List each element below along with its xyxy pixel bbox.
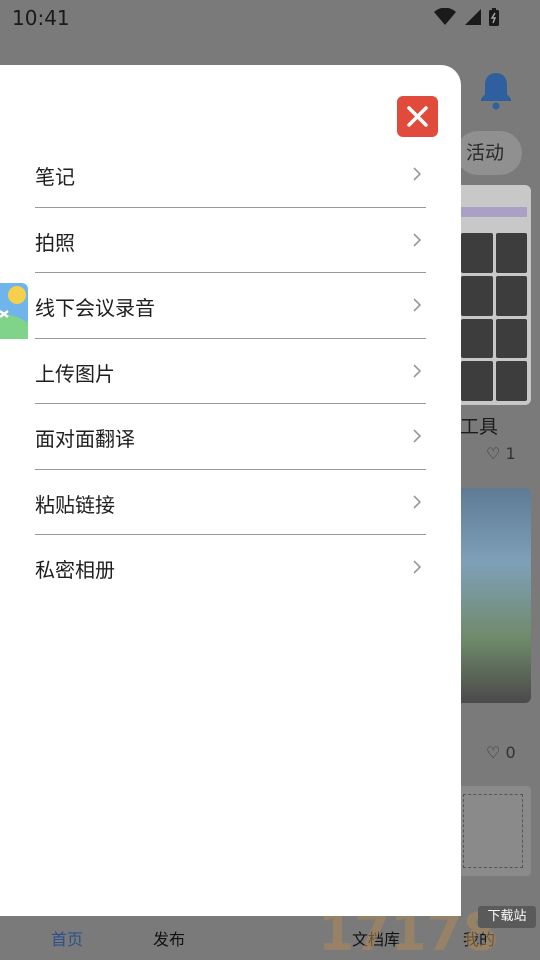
heart-icon: ♡ xyxy=(486,444,501,463)
menu-item-meeting-recording[interactable]: 线下会议录音 xyxy=(35,273,426,339)
chevron-right-icon xyxy=(413,167,422,181)
image-app-icon xyxy=(0,283,28,339)
chevron-right-icon xyxy=(413,363,422,378)
chevron-right-icon xyxy=(413,494,422,509)
feed-card-tool[interactable] xyxy=(455,185,531,405)
status-bar: 10:41 xyxy=(0,0,540,36)
chevron-right-icon xyxy=(413,560,422,574)
menu-item-photo[interactable]: 拍照 xyxy=(35,208,426,273)
menu-item-label: 笔记 xyxy=(35,165,75,189)
card-title: 工具 xyxy=(460,416,499,438)
notification-bell-icon[interactable] xyxy=(478,70,514,110)
chevron-right-icon xyxy=(413,429,422,443)
wifi-icon xyxy=(434,8,456,25)
menu-item-label: 私密相册 xyxy=(35,558,115,582)
close-icon xyxy=(407,106,428,127)
menu-item-notes[interactable]: 笔记 xyxy=(35,142,426,208)
status-time: 10:41 xyxy=(12,6,70,30)
menu-item-label: 面对面翻译 xyxy=(35,427,135,451)
feed-card-doc[interactable] xyxy=(455,786,531,876)
activity-pill[interactable]: 活动 xyxy=(456,131,522,175)
tab-publish[interactable]: 发布 xyxy=(153,926,185,950)
watermark-badge: 下载站 xyxy=(478,906,536,928)
drawer-menu: 笔记 拍照 线下会议录音 上传图片 面对面翻译 粘贴链接 私密相册 xyxy=(35,142,426,601)
heart-icon: ♡ xyxy=(486,743,501,762)
menu-item-label: 粘贴链接 xyxy=(35,492,115,517)
menu-item-label: 拍照 xyxy=(35,230,75,255)
tab-home[interactable]: 首页 xyxy=(51,926,83,950)
status-icons xyxy=(434,7,500,27)
side-drawer: 笔记 拍照 线下会议录音 上传图片 面对面翻译 粘贴链接 私密相册 xyxy=(0,65,461,916)
like-count[interactable]: ♡ 0 xyxy=(486,743,516,762)
menu-item-private-album[interactable]: 私密相册 xyxy=(35,535,426,601)
battery-icon xyxy=(489,8,499,26)
like-count[interactable]: ♡ 1 xyxy=(486,444,516,463)
menu-item-translate[interactable]: 面对面翻译 xyxy=(35,404,426,470)
menu-item-label: 线下会议录音 xyxy=(35,296,155,320)
menu-item-paste-link[interactable]: 粘贴链接 xyxy=(35,470,426,535)
close-button[interactable] xyxy=(397,96,438,137)
chevron-right-icon xyxy=(413,298,422,312)
menu-item-label: 上传图片 xyxy=(35,361,115,386)
image-grid xyxy=(461,233,527,401)
menu-item-upload-image[interactable]: 上传图片 xyxy=(35,339,426,404)
signal-icon xyxy=(465,9,481,25)
feed-card-photo[interactable] xyxy=(455,488,531,703)
card-banner xyxy=(461,207,527,217)
chevron-right-icon xyxy=(413,232,422,247)
